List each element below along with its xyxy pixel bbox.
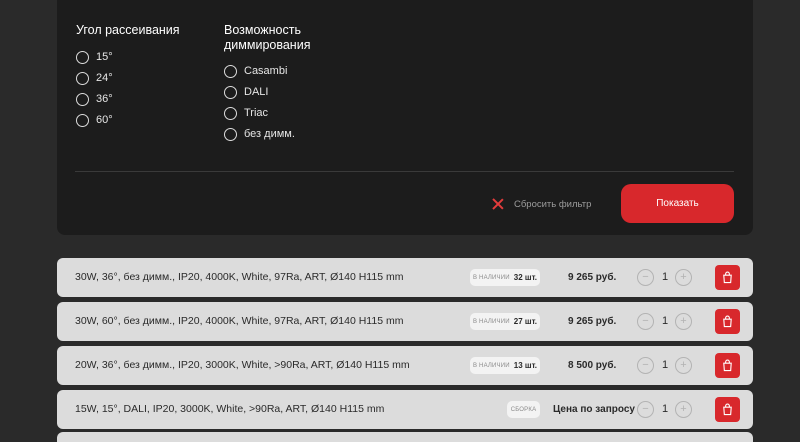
radio-label: 36°	[96, 93, 113, 105]
qty-value[interactable]: 1	[659, 390, 671, 429]
qty-plus-button[interactable]: +	[675, 401, 692, 418]
qty-plus-button[interactable]: +	[675, 357, 692, 374]
qty-value[interactable]: 1	[659, 258, 671, 297]
radio-circle[interactable]	[224, 85, 237, 99]
add-to-cart-button[interactable]	[715, 397, 740, 422]
qty-value[interactable]: 1	[659, 302, 671, 341]
filter-group-title: Возможность	[224, 23, 301, 37]
add-to-cart-button[interactable]	[715, 309, 740, 334]
qty-plus-button[interactable]: +	[675, 313, 692, 330]
qty-minus-button[interactable]: −	[637, 401, 654, 418]
stock-badge: сборка	[507, 401, 540, 418]
radio-label: Casambi	[244, 65, 288, 77]
radio-circle[interactable]	[224, 127, 237, 141]
product-row: 15W, 15°, DALI, IP20, 3000K, White, >90R…	[57, 390, 753, 429]
product-row: 30W, 60°, без димм., IP20, 4000K, White,…	[57, 302, 753, 341]
stock-badge: в наличии 13 шт.	[470, 357, 540, 374]
close-icon[interactable]	[492, 198, 504, 210]
reset-filter-label: Сбросить фильтр	[514, 198, 592, 210]
show-button[interactable]: Показать	[621, 184, 734, 223]
product-name: 20W, 36°, без димм., IP20, 3000K, White,…	[75, 359, 410, 371]
radio-label: 15°	[96, 51, 113, 63]
qty-minus-button[interactable]: −	[637, 313, 654, 330]
qty-value[interactable]: 1	[659, 346, 671, 385]
radio-option-no-dimming[interactable]: без димм.	[224, 126, 295, 142]
radio-circle[interactable]	[76, 113, 89, 127]
radio-option-24[interactable]: 24°	[76, 70, 113, 86]
divider	[75, 171, 734, 172]
radio-label: DALI	[244, 86, 269, 98]
stock-label: сборка	[510, 406, 537, 413]
radio-label: 60°	[96, 114, 113, 126]
radio-label: Triac	[244, 107, 269, 119]
radio-circle[interactable]	[76, 92, 89, 106]
filter-panel: Угол рассеивания 15° 24° 36° 60° Возможн…	[57, 0, 753, 235]
qty-minus-button[interactable]: −	[637, 357, 654, 374]
qty-plus-button[interactable]: +	[675, 269, 692, 286]
stock-count: 13 шт.	[513, 361, 538, 370]
product-name: 15W, 15°, DALI, IP20, 3000K, White, >90R…	[75, 403, 385, 415]
product-row: 30W, 36°, без димм., IP20, 4000K, White,…	[57, 258, 753, 297]
radio-label: 24°	[96, 72, 113, 84]
product-name: 30W, 60°, без димм., IP20, 4000K, White,…	[75, 315, 404, 327]
radio-label: без димм.	[244, 128, 295, 140]
radio-option-60[interactable]: 60°	[76, 112, 113, 128]
filter-group-dimming: Возможность диммирования Casambi DALI Tr…	[224, 23, 384, 148]
filter-group-angle: Угол рассеивания 15° 24° 36° 60°	[76, 23, 216, 133]
product-price: 9 265 руб.	[568, 316, 617, 327]
product-price: 9 265 руб.	[568, 272, 617, 283]
radio-circle[interactable]	[224, 106, 237, 120]
stock-badge: в наличии 32 шт.	[470, 269, 540, 286]
add-to-cart-button[interactable]	[715, 265, 740, 290]
radio-circle[interactable]	[76, 50, 89, 64]
radio-option-36[interactable]: 36°	[76, 91, 113, 107]
shopping-bag-icon	[723, 271, 732, 284]
shopping-bag-icon	[723, 403, 732, 416]
product-row: 20W, 36°, без димм., IP20, 3000K, White,…	[57, 346, 753, 385]
product-name: 30W, 36°, без димм., IP20, 4000K, White,…	[75, 271, 404, 283]
stock-label: в наличии	[472, 362, 510, 369]
shopping-bag-icon	[723, 315, 732, 328]
radio-circle[interactable]	[76, 71, 89, 85]
stock-count: 32 шт.	[513, 273, 538, 282]
product-price: 8 500 руб.	[568, 360, 617, 371]
reset-filter-button[interactable]: Сбросить фильтр	[492, 196, 591, 212]
add-to-cart-button[interactable]	[715, 353, 740, 378]
product-row-partial	[57, 432, 753, 442]
filter-group-title: диммирования	[224, 38, 311, 52]
stock-label: в наличии	[472, 318, 510, 325]
stock-count: 27 шт.	[513, 317, 538, 326]
radio-circle[interactable]	[224, 64, 237, 78]
radio-option-dali[interactable]: DALI	[224, 84, 268, 100]
stock-label: в наличии	[472, 274, 510, 281]
shopping-bag-icon	[723, 359, 732, 372]
stock-badge: в наличии 27 шт.	[470, 313, 540, 330]
radio-option-casambi[interactable]: Casambi	[224, 63, 287, 79]
radio-option-15[interactable]: 15°	[76, 49, 113, 65]
qty-minus-button[interactable]: −	[637, 269, 654, 286]
radio-option-triac[interactable]: Triac	[224, 105, 268, 121]
product-price: Цена по запросу	[553, 404, 635, 415]
filter-group-title: Угол рассеивания	[76, 23, 180, 37]
